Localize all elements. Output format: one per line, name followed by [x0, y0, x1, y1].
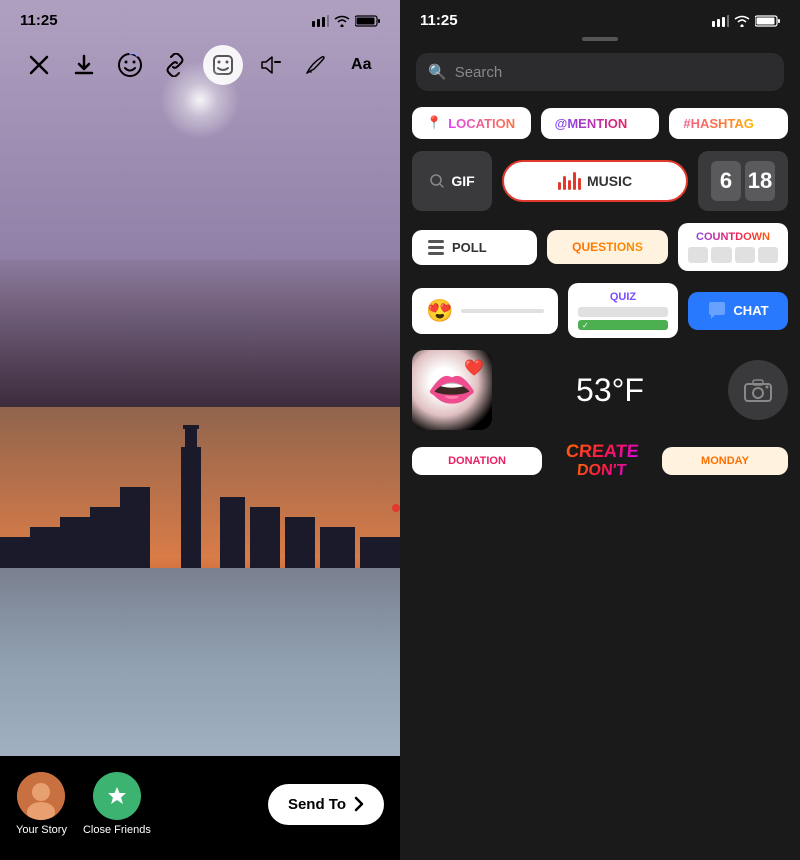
countdown-sticker[interactable]: COUNTDOWN — [678, 223, 788, 271]
search-icon: 🔍 — [428, 63, 447, 81]
chat-sticker[interactable]: CHAT — [688, 292, 788, 330]
search-icon-gif — [429, 173, 445, 189]
donation-label: DONATION — [448, 455, 506, 467]
hashtag-sticker[interactable]: #HASHTAG — [669, 108, 788, 139]
send-to-button[interactable]: Send To — [268, 784, 384, 825]
sticker-bottom-row: DONATION CREATE DON'T MONDAY — [412, 442, 788, 487]
create-label: CREATE — [565, 442, 639, 462]
text-button[interactable]: Aa — [343, 47, 379, 83]
sticker-row-5: 👄 ❤️ 53°F — [412, 350, 788, 430]
chat-label: CHAT — [733, 303, 768, 318]
sticker-row-4: 😍 QUIZ ✓ CHAT — [412, 283, 788, 338]
story-image — [0, 260, 400, 756]
chat-bubble-icon — [707, 302, 727, 320]
location-pin-icon: 📍 — [426, 115, 442, 131]
wifi-icon — [334, 15, 350, 27]
search-bar[interactable]: 🔍 Search — [416, 53, 784, 91]
status-time-right: 11:25 — [420, 12, 458, 29]
poll-icon — [428, 240, 444, 255]
hashtag-label: #HASHTAG — [683, 116, 754, 131]
mouth-sticker[interactable]: 👄 ❤️ — [412, 350, 492, 430]
status-bar-left: 11:25 — [0, 0, 400, 37]
questions-sticker[interactable]: QUESTIONS — [547, 230, 668, 264]
text-label: Aa — [351, 56, 371, 74]
battery-icon-right — [755, 15, 780, 27]
quiz-answer-bar-1 — [578, 307, 668, 317]
monday-sticker[interactable]: MONDAY — [662, 447, 788, 475]
red-indicator — [392, 504, 400, 512]
mention-label: @MENTION — [555, 116, 628, 131]
sun-glow — [160, 60, 240, 140]
clock-digit-2: 18 — [745, 161, 775, 201]
quiz-sticker[interactable]: QUIZ ✓ — [568, 283, 678, 338]
status-time-left: 11:25 — [20, 12, 58, 29]
quiz-answer-correct: ✓ — [578, 320, 668, 330]
right-panel: 11:25 🔍 Search — [400, 0, 800, 860]
quiz-label: QUIZ — [578, 291, 668, 303]
create-sticker[interactable]: CREATE DON'T — [552, 442, 652, 479]
signal-icon-right — [712, 15, 729, 27]
slider-track — [461, 309, 544, 313]
poll-label: POLL — [452, 240, 487, 255]
your-story-option[interactable]: Your Story — [16, 772, 67, 836]
poll-sticker[interactable]: POLL — [412, 230, 537, 265]
close-friends-avatar — [93, 772, 141, 820]
your-story-label: Your Story — [16, 824, 67, 836]
countdown-blocks — [688, 247, 778, 263]
bottom-bar-left: Your Story Close Friends Send To — [0, 756, 400, 860]
status-bar-right: 11:25 — [400, 0, 800, 37]
sticker-row-1: 📍 LOCATION @MENTION #HASHTAG — [412, 107, 788, 139]
emoji-button[interactable] — [112, 47, 148, 83]
donation-sticker[interactable]: DONATION — [412, 447, 542, 475]
monday-label: MONDAY — [701, 455, 749, 467]
draw-button[interactable] — [298, 47, 334, 83]
status-icons-right — [712, 15, 780, 27]
close-button[interactable] — [21, 47, 57, 83]
water-area — [0, 568, 400, 756]
battery-icon — [355, 15, 380, 27]
emoji-slider-sticker[interactable]: 😍 — [412, 288, 558, 334]
music-label: MUSIC — [587, 173, 632, 189]
wifi-icon-right — [734, 15, 750, 27]
avatar-image — [17, 772, 65, 820]
search-placeholder: Search — [455, 64, 503, 81]
mention-sticker[interactable]: @MENTION — [541, 108, 660, 139]
location-sticker[interactable]: 📍 LOCATION — [412, 107, 531, 139]
sticker-row-2: GIF MUSIC 6 18 — [412, 151, 788, 211]
camera-icon — [744, 378, 772, 402]
close-friends-label: Close Friends — [83, 824, 151, 836]
music-sticker[interactable]: MUSIC — [502, 160, 688, 202]
location-label: LOCATION — [448, 116, 515, 131]
gif-sticker[interactable]: GIF — [412, 151, 492, 211]
your-story-avatar — [17, 772, 65, 820]
sticker-grid: 📍 LOCATION @MENTION #HASHTAG GIF — [400, 107, 800, 860]
close-friends-option[interactable]: Close Friends — [83, 772, 151, 836]
volume-button[interactable] — [252, 47, 288, 83]
music-bars-icon — [558, 172, 581, 190]
gif-label: GIF — [451, 173, 474, 189]
sheet-handle — [582, 37, 618, 41]
emoji-icon: 😍 — [426, 298, 453, 324]
temperature-sticker[interactable]: 53°F — [502, 372, 718, 409]
status-icons-left — [312, 15, 380, 27]
temp-label: 53°F — [576, 372, 644, 409]
countdown-label: COUNTDOWN — [688, 231, 778, 243]
camera-sticker[interactable] — [728, 360, 788, 420]
signal-icon — [312, 15, 329, 27]
star-icon — [106, 785, 128, 807]
sticker-row-3: POLL QUESTIONS COUNTDOWN — [412, 223, 788, 271]
clock-sticker[interactable]: 6 18 — [698, 151, 788, 211]
send-to-label: Send To — [288, 796, 346, 813]
left-panel: 11:25 — [0, 0, 400, 860]
chevron-right-icon — [354, 796, 364, 812]
questions-label: QUESTIONS — [572, 240, 643, 254]
clock-digit-1: 6 — [711, 161, 741, 201]
download-button[interactable] — [66, 47, 102, 83]
dont-label: DON'T — [577, 462, 628, 480]
